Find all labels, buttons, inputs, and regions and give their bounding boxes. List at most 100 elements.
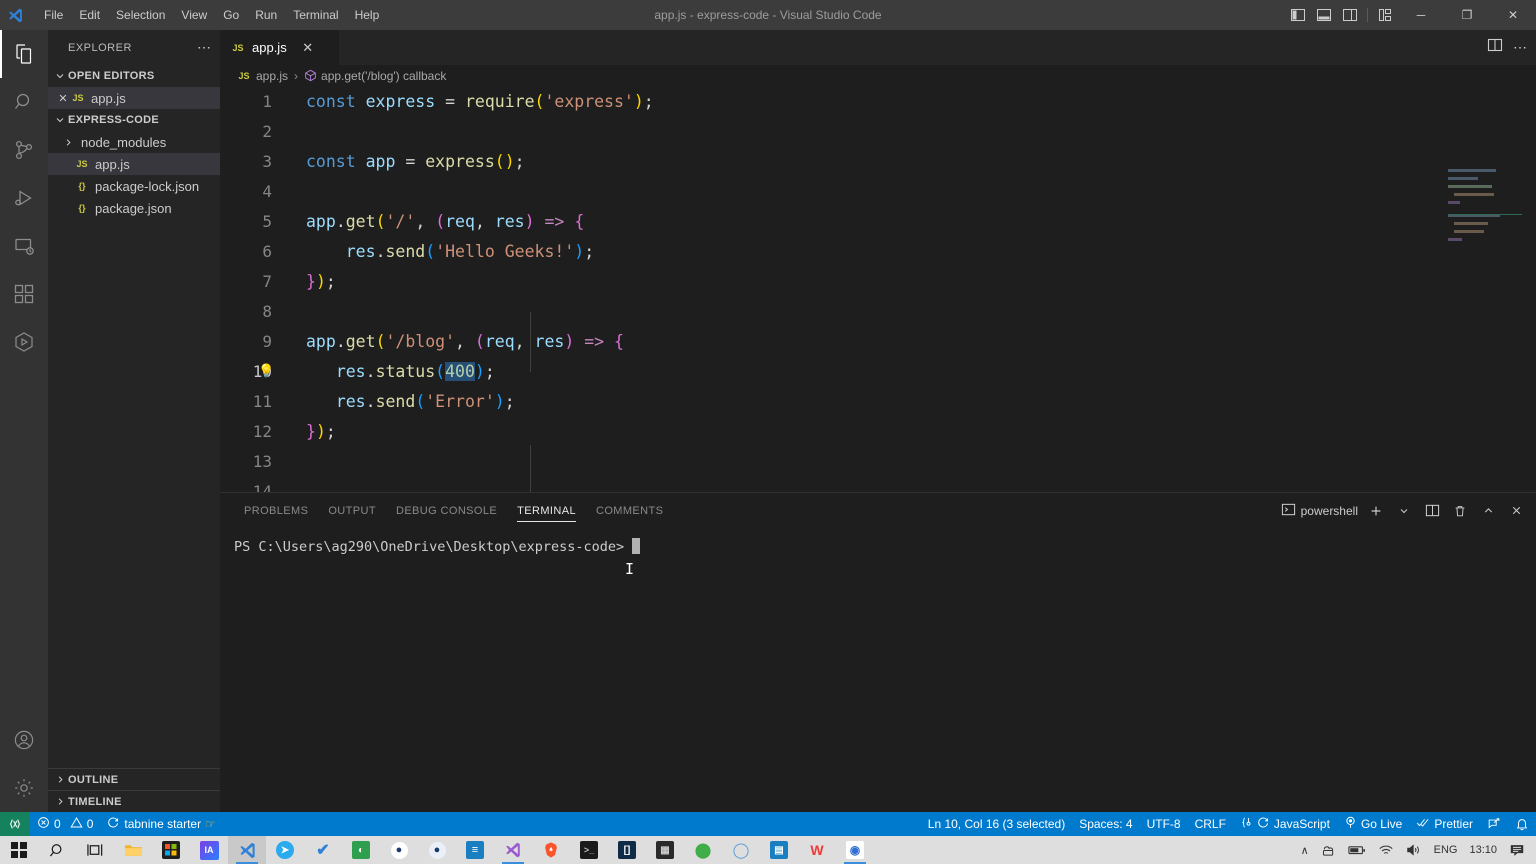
menu-view[interactable]: View: [173, 4, 215, 26]
activitybar-item-extensions[interactable]: [0, 270, 48, 318]
panel-tab-debug-console[interactable]: DEBUG CONSOLE: [386, 493, 507, 528]
taskbar-visual-studio-code-icon[interactable]: [228, 836, 266, 864]
activitybar-item-docker[interactable]: [0, 318, 48, 366]
tab-app-js[interactable]: JS app.js ✕: [220, 30, 340, 65]
terminal-dropdown-icon[interactable]: [1394, 500, 1414, 522]
customize-layout-icon[interactable]: [1372, 0, 1398, 30]
tab-close-icon[interactable]: ✕: [301, 40, 315, 56]
toggle-secondary-sidebar-icon[interactable]: [1337, 0, 1363, 30]
file-item-node-modules[interactable]: node_modules: [48, 131, 220, 153]
panel-tab-comments[interactable]: COMMENTS: [586, 493, 673, 528]
tray-battery-icon[interactable]: [1343, 836, 1371, 864]
sidebar-more-actions-icon[interactable]: ⋯: [197, 39, 212, 56]
activitybar-item-remote-explorer[interactable]: [0, 222, 48, 270]
status-editor-position[interactable]: Ln 10, Col 16 (3 selected): [921, 812, 1072, 836]
breadcrumb-file[interactable]: app.js: [256, 69, 288, 83]
status-prettier[interactable]: Prettier: [1409, 812, 1480, 836]
menu-file[interactable]: File: [36, 4, 71, 26]
close-icon[interactable]: ✕: [56, 92, 70, 105]
activitybar-item-search[interactable]: [0, 78, 48, 126]
activitybar-item-source-control[interactable]: [0, 126, 48, 174]
open-editor-item-app-js[interactable]: ✕ JS app.js: [48, 87, 220, 109]
status-encoding[interactable]: UTF-8: [1140, 812, 1188, 836]
taskbar-google-classroom-icon[interactable]: ◐: [342, 836, 380, 864]
menu-go[interactable]: Go: [215, 4, 247, 26]
taskbar-circle-app-icon[interactable]: ◯: [722, 836, 760, 864]
file-item-package-lock-json[interactable]: {} package-lock.json: [48, 175, 220, 197]
taskbar-notepad-app-icon[interactable]: []: [608, 836, 646, 864]
status-language-mode[interactable]: JavaScript: [1233, 812, 1337, 836]
menu-selection[interactable]: Selection: [108, 4, 173, 26]
panel-tab-output[interactable]: OUTPUT: [318, 493, 386, 528]
tray-clock[interactable]: 13:10: [1464, 836, 1502, 864]
taskbar-app-10-icon[interactable]: ●: [380, 836, 418, 864]
tray-volume-icon[interactable]: [1401, 836, 1427, 864]
section-express-code[interactable]: EXPRESS-CODE: [48, 109, 220, 131]
taskbar-intellij-idea-icon[interactable]: IA: [190, 836, 228, 864]
status-indentation[interactable]: Spaces: 4: [1072, 812, 1139, 836]
status-eol[interactable]: CRLF: [1188, 812, 1233, 836]
taskbar-start-button[interactable]: [0, 836, 38, 864]
activitybar-item-explorer[interactable]: [0, 30, 48, 78]
close-button[interactable]: ✕: [1490, 0, 1536, 30]
status-feedback[interactable]: [1480, 812, 1508, 836]
editor-more-actions-icon[interactable]: ⋯: [1513, 39, 1528, 56]
taskbar-terminal-icon[interactable]: >_: [570, 836, 608, 864]
kill-terminal-icon[interactable]: [1450, 500, 1470, 522]
lightbulb-quickfix-icon[interactable]: 💡: [258, 357, 274, 387]
tray-chevron-up-icon[interactable]: ∧: [1296, 836, 1314, 864]
status-notifications[interactable]: [1508, 812, 1536, 836]
taskbar-visual-studio-icon[interactable]: [494, 836, 532, 864]
activitybar-item-accounts[interactable]: [0, 716, 48, 764]
menu-edit[interactable]: Edit: [71, 4, 108, 26]
new-terminal-icon[interactable]: [1366, 500, 1386, 522]
status-go-live[interactable]: Go Live: [1337, 812, 1409, 836]
split-terminal-icon[interactable]: [1422, 500, 1442, 522]
activitybar-item-manage-settings[interactable]: [0, 764, 48, 812]
taskbar-blue-app-icon[interactable]: ≡: [456, 836, 494, 864]
section-timeline[interactable]: TIMELINE: [48, 790, 220, 812]
taskbar-teams-icon[interactable]: ▤: [760, 836, 798, 864]
tray-wifi-icon[interactable]: [1373, 836, 1399, 864]
taskbar-search-icon[interactable]: [38, 836, 76, 864]
activitybar-item-run-and-debug[interactable]: [0, 174, 48, 222]
status-problems[interactable]: 0 0: [30, 812, 100, 836]
terminal-body[interactable]: PS C:\Users\ag290\OneDrive\Desktop\expre…: [220, 528, 1536, 555]
minimize-button[interactable]: ─: [1398, 0, 1444, 30]
taskbar-app-22-icon[interactable]: ◉: [836, 836, 874, 864]
tray-language-indicator[interactable]: ENG: [1429, 836, 1463, 864]
toggle-panel-icon[interactable]: [1311, 0, 1337, 30]
tray-notifications-icon[interactable]: [1504, 836, 1530, 864]
toggle-primary-sidebar-icon[interactable]: [1285, 0, 1311, 30]
taskbar-microsoft-store-icon[interactable]: [152, 836, 190, 864]
panel-tab-problems[interactable]: PROBLEMS: [234, 493, 318, 528]
tray-onedrive-icon[interactable]: [1316, 836, 1341, 864]
taskbar-brave-browser-icon[interactable]: [532, 836, 570, 864]
file-item-app-js[interactable]: JS app.js: [48, 153, 220, 175]
breadcrumb-symbol[interactable]: app.get('/blog') callback: [321, 69, 446, 83]
close-panel-icon[interactable]: [1506, 500, 1526, 522]
menu-terminal[interactable]: Terminal: [285, 4, 346, 26]
taskbar-app-11-icon[interactable]: ●: [418, 836, 456, 864]
json-file-icon: {}: [74, 203, 90, 213]
section-open-editors[interactable]: OPEN EDITORS: [48, 65, 220, 87]
menu-run[interactable]: Run: [247, 4, 285, 26]
maximize-button[interactable]: ❐: [1444, 0, 1490, 30]
maximize-panel-icon[interactable]: [1478, 500, 1498, 522]
status-remote-indicator[interactable]: [0, 812, 30, 836]
terminal-shell-selector[interactable]: powershell: [1281, 502, 1358, 520]
taskbar-file-explorer-icon[interactable]: [114, 836, 152, 864]
menu-help[interactable]: Help: [347, 4, 388, 26]
section-outline[interactable]: OUTLINE: [48, 768, 220, 790]
taskbar-vivaldi-icon[interactable]: W: [798, 836, 836, 864]
taskbar-task-view-icon[interactable]: [76, 836, 114, 864]
taskbar-green-drop-app-icon[interactable]: ⬤: [684, 836, 722, 864]
open-editor-label: app.js: [91, 91, 126, 106]
taskbar-todo-icon[interactable]: ✔: [304, 836, 342, 864]
taskbar-app-17-icon[interactable]: ▦: [646, 836, 684, 864]
status-tabnine[interactable]: tabnine starter ☞: [100, 812, 222, 836]
split-editor-icon[interactable]: [1487, 37, 1503, 58]
file-item-package-json[interactable]: {} package.json: [48, 197, 220, 219]
panel-tab-terminal[interactable]: TERMINAL: [507, 493, 586, 528]
taskbar-telegram-icon[interactable]: ➤: [266, 836, 304, 864]
